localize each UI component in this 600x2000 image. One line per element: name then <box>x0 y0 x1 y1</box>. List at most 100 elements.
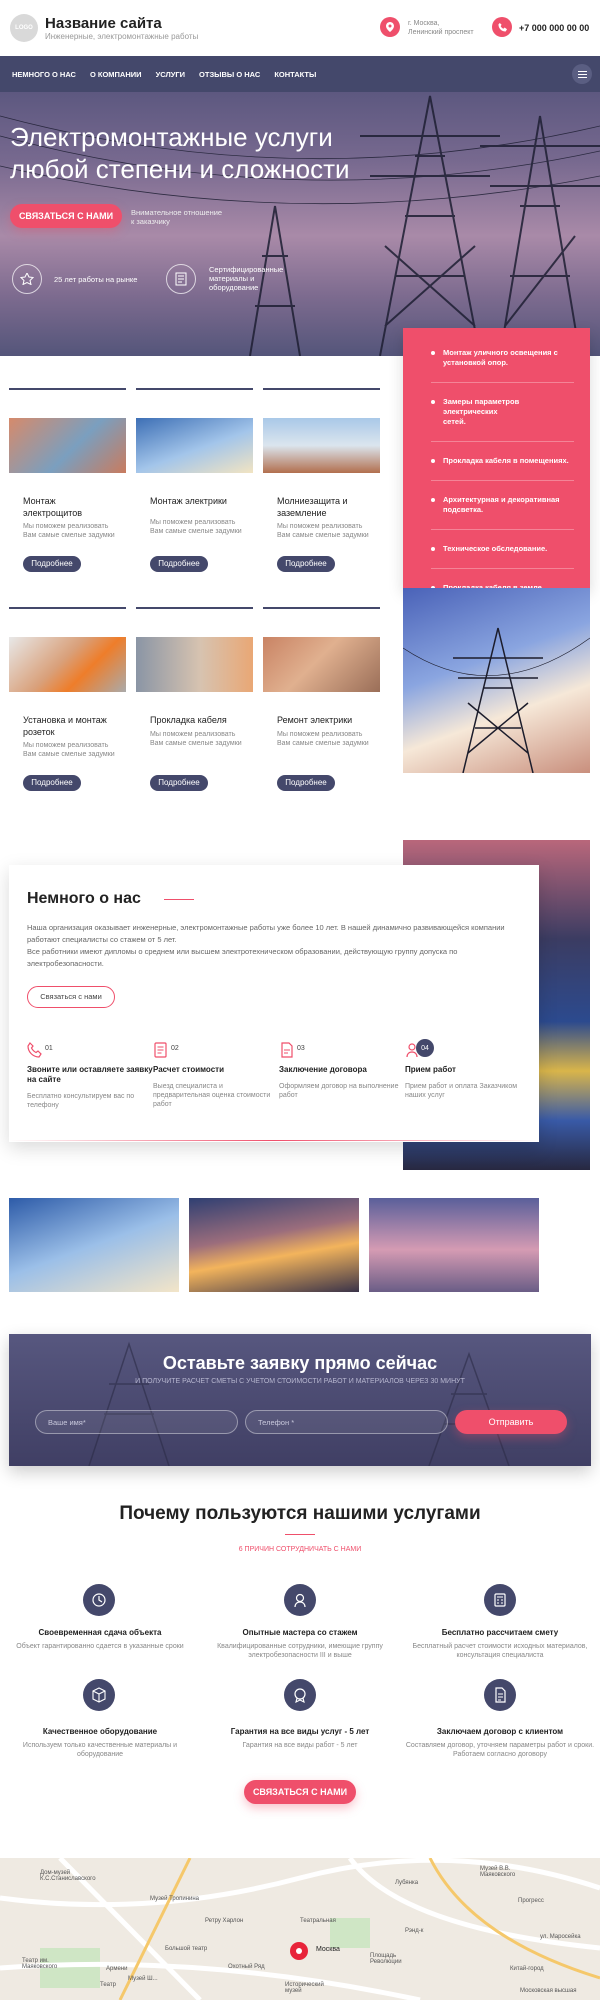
why-item-desc: Используем только качественные материалы… <box>22 1742 178 1749</box>
hero-title-line1: Электромонтажные услуги <box>10 122 333 152</box>
card-divider <box>136 388 253 390</box>
service-title: электрощитов <box>23 508 83 518</box>
certificate-icon <box>166 264 196 294</box>
service-desc: Мы поможем реализовать <box>277 523 363 530</box>
submit-button[interactable]: Отправить <box>455 1410 567 1434</box>
hero-feature-cert-line2: материалы и <box>209 274 255 283</box>
request-subtitle: И ПОЛУЧИТЕ РАСЧЕТ СМЕТЫ С УЧЕТОМ СТОИМОС… <box>135 1378 465 1385</box>
service-more-button[interactable]: Подробнее <box>23 556 81 572</box>
phone-field[interactable]: Телефон * <box>245 1410 448 1434</box>
service-title: Монтаж <box>23 496 56 506</box>
map-label: Московская высшая <box>520 1988 577 1994</box>
service-title: Монтаж электрики <box>150 496 227 506</box>
service-more-button[interactable]: Подробнее <box>23 775 81 791</box>
why-item-desc: Бесплатный расчет стоимости исходных мат… <box>412 1643 588 1650</box>
map-label: Москва <box>316 1946 340 1953</box>
service-more-button[interactable]: Подробнее <box>150 556 208 572</box>
gallery-image-2[interactable] <box>189 1198 359 1292</box>
step-desc: телефону <box>27 1102 59 1109</box>
gallery-image-1[interactable] <box>9 1198 179 1292</box>
service-list-item[interactable]: Архитектурная и декоративная подсветка. <box>431 495 574 515</box>
service-desc: Мы поможем реализовать <box>150 731 236 738</box>
hero-cta-button[interactable]: СВЯЗАТЬСЯ С НАМИ <box>10 204 122 228</box>
about-text: электробезопасности. <box>27 959 104 968</box>
map-label: Музей Ш... <box>128 1976 158 1982</box>
step-desc: Выезд специалиста и <box>153 1083 223 1090</box>
map-pin-icon[interactable] <box>290 1942 308 1960</box>
phone-number[interactable]: +7 000 000 00 00 <box>519 23 589 33</box>
nav-item-contacts[interactable]: КОНТАКТЫ <box>274 70 316 79</box>
worker-icon <box>284 1584 316 1616</box>
service-title: розеток <box>23 727 55 737</box>
location-icon <box>380 17 400 37</box>
service-desc: Вам самые смелые задумки <box>23 532 115 539</box>
service-more-button[interactable]: Подробнее <box>150 775 208 791</box>
gallery-image-3[interactable] <box>369 1198 539 1292</box>
service-image-lightning <box>263 418 380 473</box>
step-desc: предварительная оценка стоимости <box>153 1092 271 1099</box>
hero-note-line1: Внимательное отношение <box>131 208 223 217</box>
years-icon <box>12 264 42 294</box>
why-title-accent <box>285 1534 315 1535</box>
step-number: 04 <box>421 1044 429 1052</box>
map-label: Лубянка <box>395 1880 419 1886</box>
service-list-item[interactable]: Замеры параметров электрических сетей. <box>431 397 574 427</box>
step-number: 01 <box>45 1045 53 1052</box>
step-title: Расчет стоимости <box>153 1065 224 1074</box>
contract-icon <box>484 1679 516 1711</box>
map-label: Театр <box>100 1982 116 1988</box>
about-card: Немного о нас Наша организация оказывает… <box>9 865 539 1142</box>
request-title: Оставьте заявку прямо сейчас <box>162 1353 438 1373</box>
step-number: 03 <box>297 1045 305 1052</box>
map-label: Китай-город <box>510 1966 544 1972</box>
map-label: Ретру Харлон <box>205 1918 244 1924</box>
step-desc: Прием работ и оплата Заказчиком <box>405 1083 518 1090</box>
logo-text: LOGO <box>15 25 33 31</box>
service-list-item[interactable]: Прокладка кабеля в помещениях. <box>431 456 574 466</box>
about-contact-button[interactable]: Связаться с нами <box>27 986 115 1008</box>
hero-feature-years: 25 лет работы на рынке <box>54 275 138 284</box>
why-item-desc: Объект гарантированно сдается в указанны… <box>16 1643 184 1650</box>
service-list-item[interactable]: Техническое обследование. <box>431 544 574 554</box>
service-desc: Вам самые смелые задумки <box>277 740 369 747</box>
why-subtitle: 6 ПРИЧИН СОТРУДНИЧАТЬ С НАМИ <box>238 1546 362 1553</box>
about-title: Немного о нас <box>27 890 141 907</box>
why-item-desc: оборудование <box>76 1751 124 1758</box>
service-image-repair <box>263 637 380 692</box>
why-item-desc: электробезопасности III и выше <box>248 1652 352 1659</box>
service-list-panel: Монтаж уличного освещения с установкой оп… <box>403 328 590 592</box>
map-label: Исторический музей <box>285 1982 324 1994</box>
service-list-item[interactable]: Монтаж уличного освещения с установкой оп… <box>431 348 574 368</box>
map-label: Музей В.В. Маяковского <box>480 1866 516 1878</box>
service-image-sockets <box>9 637 126 692</box>
why-item-title: Качественное оборудование <box>42 1727 158 1736</box>
nav-item-about[interactable]: НЕМНОГО О НАС <box>12 70 76 79</box>
name-field-placeholder: Ваше имя* <box>48 1418 86 1427</box>
title-accent-line <box>164 899 194 900</box>
why-item-desc: Работаем согласно договору <box>453 1751 547 1758</box>
service-title: Прокладка кабеля <box>150 715 227 725</box>
step-title: Заключение договора <box>279 1065 367 1074</box>
why-item-desc: консультация специалиста <box>456 1652 544 1659</box>
nav-item-reviews[interactable]: ОТЗЫВЫ О НАС <box>199 70 260 79</box>
why-cta-button[interactable]: СВЯЗАТЬСЯ С НАМИ <box>244 1780 356 1804</box>
step-title: Прием работ <box>405 1065 456 1074</box>
map-label: Охотный Ряд <box>228 1964 265 1970</box>
card-divider <box>263 388 380 390</box>
map[interactable]: Дом-музей К.С.Станиславского Музей Тропи… <box>0 1858 600 2000</box>
service-title: Установка и монтаж <box>23 715 107 725</box>
service-more-button[interactable]: Подробнее <box>277 775 335 791</box>
hero-note-line2: к заказчику <box>131 217 170 226</box>
service-more-button[interactable]: Подробнее <box>277 556 335 572</box>
name-field[interactable]: Ваше имя* <box>35 1410 238 1434</box>
service-desc: Вам самые смелые задумки <box>150 740 242 747</box>
nav-item-services[interactable]: УСЛУГИ <box>156 70 185 79</box>
site-tagline: Инженерные, электромонтажные работы <box>45 32 199 41</box>
menu-icon[interactable] <box>572 64 592 84</box>
why-item-title: Гарантия на все виды услуг - 5 лет <box>230 1727 370 1736</box>
map-label: Театральная <box>300 1918 336 1924</box>
service-desc: Вам самые смелые задумки <box>150 528 242 535</box>
step-title: на сайте <box>27 1075 61 1084</box>
logo[interactable]: LOGO <box>10 14 38 42</box>
nav-item-company[interactable]: О КОМПАНИИ <box>90 70 142 79</box>
